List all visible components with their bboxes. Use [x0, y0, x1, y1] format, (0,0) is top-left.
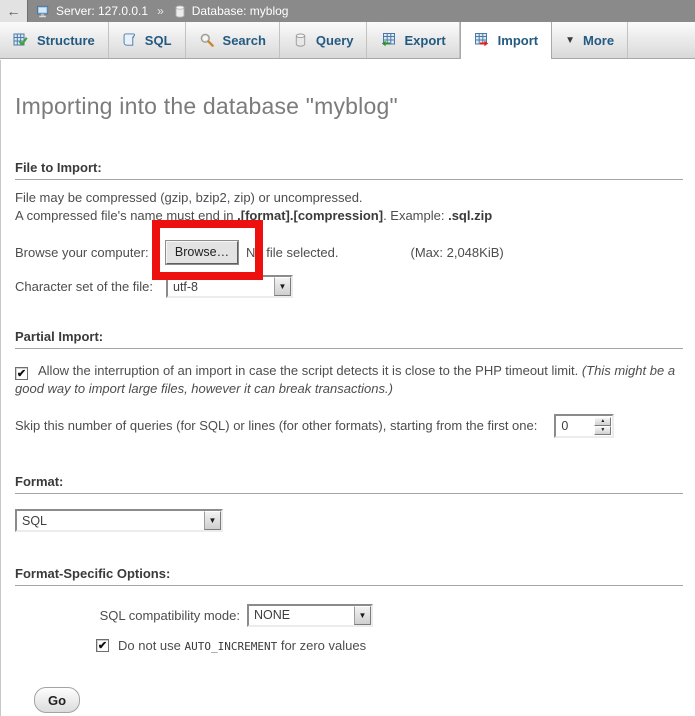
charset-label: Character set of the file: [15, 279, 166, 294]
dropdown-arrow-icon[interactable]: ▼ [274, 277, 291, 296]
breadcrumb-separator: » [157, 4, 164, 18]
tab-structure[interactable]: Structure [0, 22, 109, 58]
tab-label: Search [223, 33, 266, 48]
tab-more[interactable]: ▼ More [552, 22, 628, 58]
dropdown-arrow-icon[interactable]: ▼ [354, 606, 371, 625]
sql-compat-selected-value: NONE [249, 608, 354, 622]
tab-label: Import [498, 33, 538, 48]
query-icon [293, 32, 308, 48]
go-button[interactable]: Go [34, 687, 80, 713]
interrupt-text: Allow the interruption of an import in c… [38, 363, 582, 378]
skip-label: Skip this number of queries (for SQL) or… [15, 418, 537, 433]
max-upload-size: (Max: 2,048KiB) [411, 245, 504, 260]
tab-bar: Structure SQL Search Query Export Import… [0, 22, 695, 59]
breadcrumb: Server: 127.0.0.1 » Database: myblog [36, 4, 288, 19]
format-select[interactable]: SQL ▼ [15, 509, 223, 532]
file-upload-row: Browse your computer: Browse… No file se… [15, 240, 685, 264]
file-name-rule: A compressed file's name must end in .[f… [15, 208, 685, 223]
interrupt-checkbox[interactable]: ✔ [15, 367, 28, 380]
spinner-down-icon[interactable]: ▼ [594, 426, 611, 435]
server-icon [36, 4, 51, 19]
tab-label: More [583, 33, 614, 48]
section-heading-partial-import: Partial Import: [15, 329, 683, 349]
browse-button[interactable]: Browse… [166, 241, 238, 264]
back-arrow-button[interactable]: ← [0, 0, 28, 22]
no-file-selected-text: No file selected. [246, 245, 339, 260]
sql-compat-label: SQL compatibility mode: [15, 608, 240, 623]
format-selected-value: SQL [17, 514, 204, 528]
charset-row: Character set of the file: utf-8 ▼ [15, 275, 685, 298]
chevron-down-icon: ▼ [565, 35, 575, 46]
name-rule-example: .sql.zip [448, 208, 492, 223]
export-icon [380, 32, 396, 48]
tab-sql[interactable]: SQL [109, 22, 186, 58]
interrupt-option: ✔ Allow the interruption of an import in … [15, 362, 685, 398]
dropdown-arrow-icon[interactable]: ▼ [204, 511, 221, 530]
auto-increment-row: ✔ Do not use AUTO_INCREMENT for zero val… [96, 637, 685, 653]
autoinc-code: AUTO_INCREMENT [185, 640, 278, 653]
tab-label: SQL [145, 33, 172, 48]
tab-search[interactable]: Search [186, 22, 280, 58]
browse-label: Browse your computer: [15, 245, 166, 260]
name-rule-mid: . Example: [383, 208, 448, 223]
name-rule-prefix: A compressed file's name must end in [15, 208, 237, 223]
tab-label: Query [316, 33, 354, 48]
section-heading-format: Format: [15, 474, 683, 494]
name-rule-format: .[format].[compression] [237, 208, 383, 223]
search-icon [199, 32, 215, 48]
auto-increment-checkbox[interactable]: ✔ [96, 639, 109, 652]
import-icon [474, 32, 490, 48]
tab-export[interactable]: Export [367, 22, 459, 58]
section-heading-format-options: Format-Specific Options: [15, 566, 683, 586]
page-title: Importing into the database "myblog" [15, 93, 685, 120]
tab-label: Structure [37, 33, 95, 48]
spinner-up-icon[interactable]: ▲ [594, 417, 611, 426]
database-icon [173, 4, 187, 19]
structure-icon [13, 32, 29, 48]
tab-query[interactable]: Query [280, 22, 368, 58]
section-heading-file-to-import: File to Import: [15, 160, 683, 180]
number-spinner: ▲ ▼ [594, 417, 611, 435]
import-page: Importing into the database "myblog" Fil… [0, 60, 695, 716]
autoinc-suffix: for zero values [277, 638, 366, 653]
charset-selected-value: utf-8 [168, 280, 274, 294]
auto-increment-text: Do not use AUTO_INCREMENT for zero value… [118, 638, 366, 653]
breadcrumb-bar: ← Server: 127.0.0.1 » Database: myblog [0, 0, 695, 22]
compression-note: File may be compressed (gzip, bzip2, zip… [15, 190, 685, 205]
sql-icon [122, 32, 137, 48]
tab-import[interactable]: Import [460, 22, 552, 59]
breadcrumb-database[interactable]: Database: myblog [192, 4, 289, 18]
skip-queries-row: Skip this number of queries (for SQL) or… [15, 413, 685, 438]
back-arrow-icon: ← [7, 4, 21, 18]
skip-number-input[interactable]: 0 ▲ ▼ [554, 414, 614, 438]
tab-label: Export [404, 33, 445, 48]
charset-select[interactable]: utf-8 ▼ [166, 275, 293, 298]
breadcrumb-server[interactable]: Server: 127.0.0.1 [56, 4, 148, 18]
sql-compat-select[interactable]: NONE ▼ [247, 604, 373, 627]
sql-compat-row: SQL compatibility mode: NONE ▼ [15, 603, 685, 627]
autoinc-prefix: Do not use [118, 638, 185, 653]
